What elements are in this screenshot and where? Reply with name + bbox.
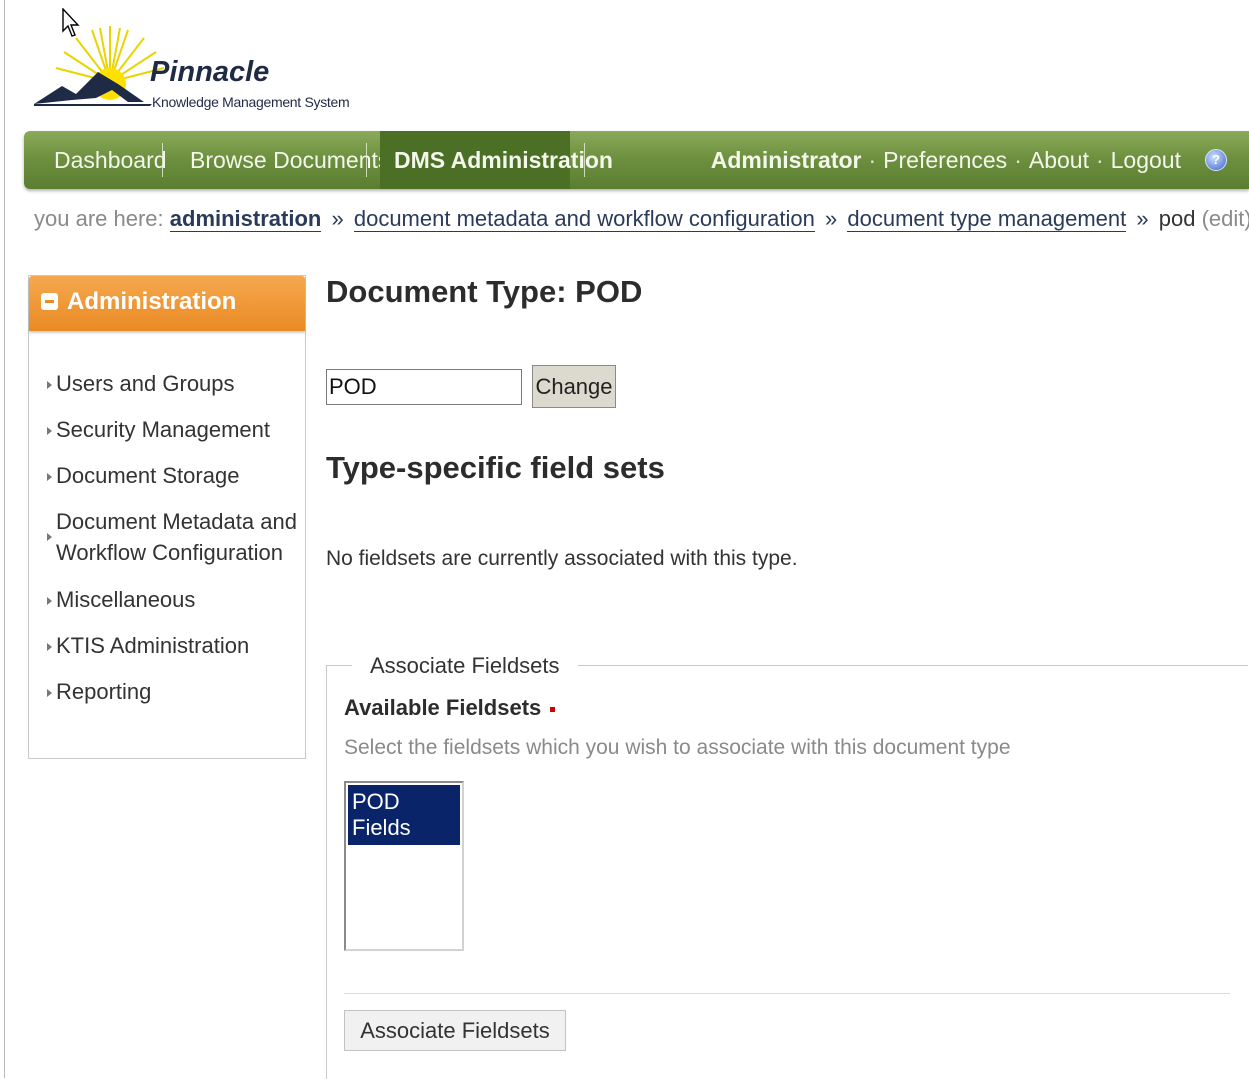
breadcrumb-prefix: you are here: (34, 206, 164, 231)
bullet-arrow-icon (47, 427, 52, 436)
logout-link[interactable]: Logout (1111, 147, 1181, 173)
fieldsets-help-text: Select the fieldsets which you wish to a… (344, 736, 1011, 759)
logo-name: Pinnacle (150, 56, 270, 88)
bullet-arrow-icon (47, 473, 52, 482)
nav-dms-administration[interactable]: DMS Administration (394, 131, 613, 189)
sidebar-item-miscellaneous[interactable]: Miscellaneous (47, 584, 195, 615)
available-fieldsets-listbox[interactable]: POD Fields (344, 781, 464, 951)
nav-separator (584, 143, 585, 177)
sidebar-item-reporting[interactable]: Reporting (47, 676, 151, 707)
bullet-arrow-icon (47, 597, 52, 606)
left-border (4, 0, 5, 1078)
breadcrumb-separator: » (331, 206, 344, 231)
sidebar-item-label-line2: Workflow Configuration (56, 540, 284, 565)
associate-fieldsets-button[interactable]: Associate Fieldsets (344, 1010, 566, 1051)
breadcrumb-administration[interactable]: administration (169, 206, 322, 232)
sidebar-header[interactable]: Administration (29, 276, 305, 331)
main-nav: Dashboard Browse Documents DMS Administr… (24, 131, 1249, 189)
breadcrumb-separator: » (1136, 206, 1149, 231)
bullet-arrow-icon (47, 643, 52, 652)
available-fieldsets-label: Available Fieldsets (344, 695, 556, 721)
sidebar-item-users-and-groups[interactable]: Users and Groups (47, 368, 235, 399)
sidebar-item-label: Miscellaneous (56, 587, 196, 612)
change-button[interactable]: Change (532, 365, 616, 408)
sidebar: Administration Users and Groups Security… (28, 275, 306, 759)
sidebar-item-label: Document Storage (56, 463, 240, 488)
listbox-option-pod-fields[interactable]: POD Fields (348, 785, 460, 845)
breadcrumb-separator: » (825, 206, 838, 231)
available-fieldsets-label-text: Available Fieldsets (344, 695, 542, 720)
form-divider (344, 993, 1230, 994)
page-title: Document Type: POD (326, 274, 643, 309)
sidebar-item-ktis-administration[interactable]: KTIS Administration (47, 630, 249, 661)
collapse-icon[interactable] (41, 293, 58, 310)
sidebar-item-document-storage[interactable]: Document Storage (47, 460, 239, 491)
fieldsets-heading: Type-specific field sets (326, 450, 665, 485)
breadcrumb: you are here: administration » document … (34, 206, 1249, 232)
about-link[interactable]: About (1029, 147, 1089, 173)
breadcrumb-metadata-workflow[interactable]: document metadata and workflow configura… (353, 206, 815, 232)
sidebar-item-label: KTIS Administration (56, 633, 250, 658)
nav-separator (366, 143, 367, 177)
document-type-name-input[interactable] (326, 369, 522, 405)
breadcrumb-current: pod (1158, 206, 1196, 231)
sidebar-item-label: Security Management (56, 417, 270, 442)
sidebar-item-metadata-workflow[interactable]: Document Metadata and Workflow Configura… (47, 506, 297, 568)
sidebar-title: Administration (67, 288, 237, 315)
fieldset-legend: Associate Fieldsets (352, 653, 578, 679)
breadcrumb-document-type-management[interactable]: document type management (847, 206, 1127, 232)
sidebar-item-label: Users and Groups (56, 371, 235, 396)
nav-separator (162, 143, 163, 177)
required-marker-icon (550, 706, 556, 712)
logo-subtitle: Knowledge Management System (152, 94, 350, 110)
bullet-arrow-icon (47, 689, 52, 698)
sidebar-item-security-management[interactable]: Security Management (47, 414, 270, 445)
nav-browse-documents[interactable]: Browse Documents (190, 131, 389, 189)
nav-dashboard[interactable]: Dashboard (54, 131, 167, 189)
preferences-link[interactable]: Preferences (883, 147, 1007, 173)
sidebar-item-label-line1: Document Metadata and (56, 509, 297, 534)
user-name[interactable]: Administrator (711, 147, 862, 173)
no-fieldsets-message: No fieldsets are currently associated wi… (326, 547, 798, 570)
breadcrumb-edit: (edit) (1201, 206, 1249, 231)
bullet-arrow-icon (47, 533, 52, 541)
user-menu: Administrator · Preferences · About · Logout (710, 147, 1181, 173)
sidebar-item-label: Reporting (56, 679, 152, 704)
help-icon[interactable]: ? (1205, 149, 1227, 171)
bullet-arrow-icon (47, 381, 52, 390)
